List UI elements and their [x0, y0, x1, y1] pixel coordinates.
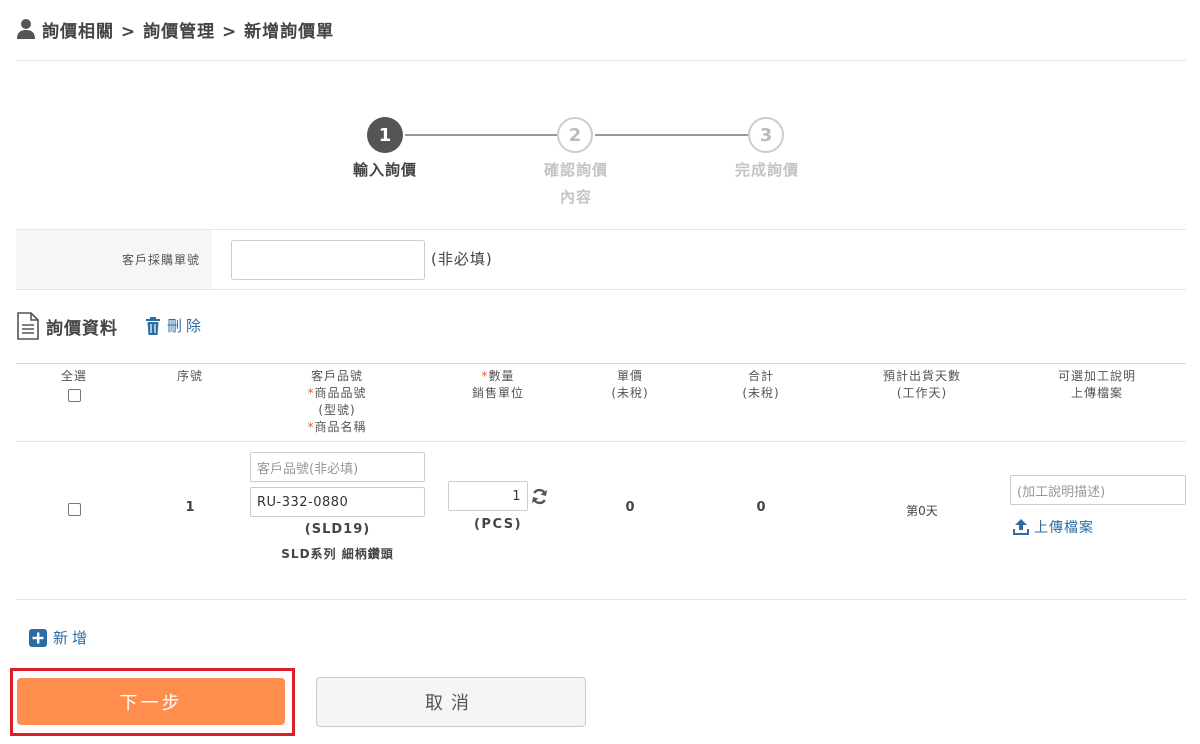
header-product-name: *商品名稱	[262, 419, 412, 436]
step-1-circle: 1	[367, 117, 403, 153]
delete-label: 刪除	[167, 317, 206, 335]
breadcrumb-text: 詢價相關 > 詢價管理 > 新增詢價單	[42, 21, 335, 42]
step-2-label-text: 確認詢價	[543, 161, 608, 179]
header-product-part: *商品品號	[262, 385, 412, 402]
header-sales-unit: 銷售單位	[471, 386, 524, 400]
header-processing-text: 可選加工說明	[1057, 369, 1136, 383]
refresh-icon[interactable]	[531, 488, 548, 505]
header-qty-text: 數量	[488, 369, 515, 383]
step-1-label-text: 輸入詢價	[352, 161, 417, 179]
quantity-input[interactable]: 1	[448, 481, 528, 511]
header-unit-price-text: 單價	[616, 369, 643, 383]
header-model: (型號)	[318, 403, 356, 417]
row-checkbox[interactable]	[68, 503, 81, 516]
header-unit-price: 單價 (未稅)	[590, 368, 670, 402]
step-connector	[405, 134, 557, 136]
user-icon	[17, 19, 35, 39]
upload-file-link[interactable]: 上傳檔案	[1012, 517, 1094, 537]
step-2-label: 確認詢價 內容	[516, 157, 636, 211]
header-customer-part: 客戶品號	[310, 369, 363, 383]
customer-part-placeholder: 客戶品號(非必填)	[257, 461, 359, 477]
step-1-label: 輸入詢價	[325, 157, 445, 184]
product-part-value: RU-332-0880	[257, 494, 349, 510]
step-2-circle: 2	[557, 117, 593, 153]
add-label: 新增	[53, 629, 92, 647]
header-product-part-text: 商品品號	[314, 386, 367, 400]
header-ship-days-text: 預計出貨天數	[882, 369, 961, 383]
step-3-circle: 3	[748, 117, 784, 153]
customer-po-note: (非必填)	[431, 250, 493, 268]
next-step-button[interactable]: 下一步	[17, 678, 285, 725]
row-total: 0	[756, 500, 766, 515]
quantity-value: 1	[512, 488, 521, 504]
processing-placeholder: (加工說明描述)	[1017, 484, 1106, 500]
document-icon	[17, 312, 39, 340]
row-product-name: SLD系列 細柄鑽頭	[281, 547, 394, 561]
table-bottom-border	[16, 599, 1186, 600]
customer-po-input[interactable]	[231, 240, 425, 280]
header-total: 合計 (未稅)	[721, 368, 801, 402]
header-processing: 可選加工說明 上傳檔案	[1037, 368, 1157, 402]
header-select-all: 全選	[44, 368, 104, 385]
upload-label: 上傳檔案	[1034, 520, 1094, 536]
breadcrumb: 詢價相關 > 詢價管理 > 新增詢價單	[16, 14, 334, 44]
step-3-label-text: 完成詢價	[734, 161, 799, 179]
trash-icon	[146, 316, 160, 335]
header-total-note: (未稅)	[742, 386, 780, 400]
header-qty: *數量 銷售單位	[448, 368, 548, 402]
row-ship-days: 第0天	[906, 504, 938, 518]
step-connector	[595, 134, 748, 136]
plus-square-icon	[29, 628, 47, 647]
header-unit-price-note: (未稅)	[611, 386, 649, 400]
select-all-checkbox[interactable]	[68, 389, 81, 402]
step-3-label: 完成詢價	[707, 157, 827, 184]
customer-po-label: 客戶採購單號	[16, 230, 212, 289]
cancel-button[interactable]: 取消	[316, 677, 586, 727]
delete-button[interactable]: 刪除	[145, 315, 205, 336]
header-part: 客戶品號 *商品品號 (型號) *商品名稱	[262, 368, 412, 436]
processing-description-input[interactable]: (加工說明描述)	[1010, 475, 1186, 505]
row-unit: (PCS)	[473, 517, 523, 532]
row-seq: 1	[185, 500, 195, 515]
table-header-border	[16, 441, 1186, 442]
header-ship-days-note: (工作天)	[896, 386, 948, 400]
header-upload-text: 上傳檔案	[1070, 386, 1123, 400]
upload-icon	[1013, 519, 1029, 535]
customer-part-input[interactable]: 客戶品號(非必填)	[250, 452, 425, 482]
header-qty-line: *數量	[448, 368, 548, 385]
customer-po-row: 客戶採購單號 (非必填)	[16, 229, 1186, 290]
add-row-button[interactable]: 新增	[29, 627, 91, 648]
row-unit-price: 0	[625, 500, 635, 515]
step-2-label-text-2: 內容	[559, 188, 592, 206]
section-title: 詢價資料	[16, 312, 118, 340]
header-seq: 序號	[176, 369, 203, 383]
header-ship-days: 預計出貨天數 (工作天)	[862, 368, 982, 402]
header-divider	[16, 60, 1186, 61]
row-model: (SLD19)	[304, 522, 371, 537]
header-product-name-text: 商品名稱	[314, 420, 367, 434]
section-title-text: 詢價資料	[46, 318, 118, 339]
product-part-input[interactable]: RU-332-0880	[250, 487, 425, 517]
table-top-border	[16, 363, 1186, 364]
header-select-all-label: 全選	[60, 369, 87, 383]
header-total-text: 合計	[747, 369, 774, 383]
